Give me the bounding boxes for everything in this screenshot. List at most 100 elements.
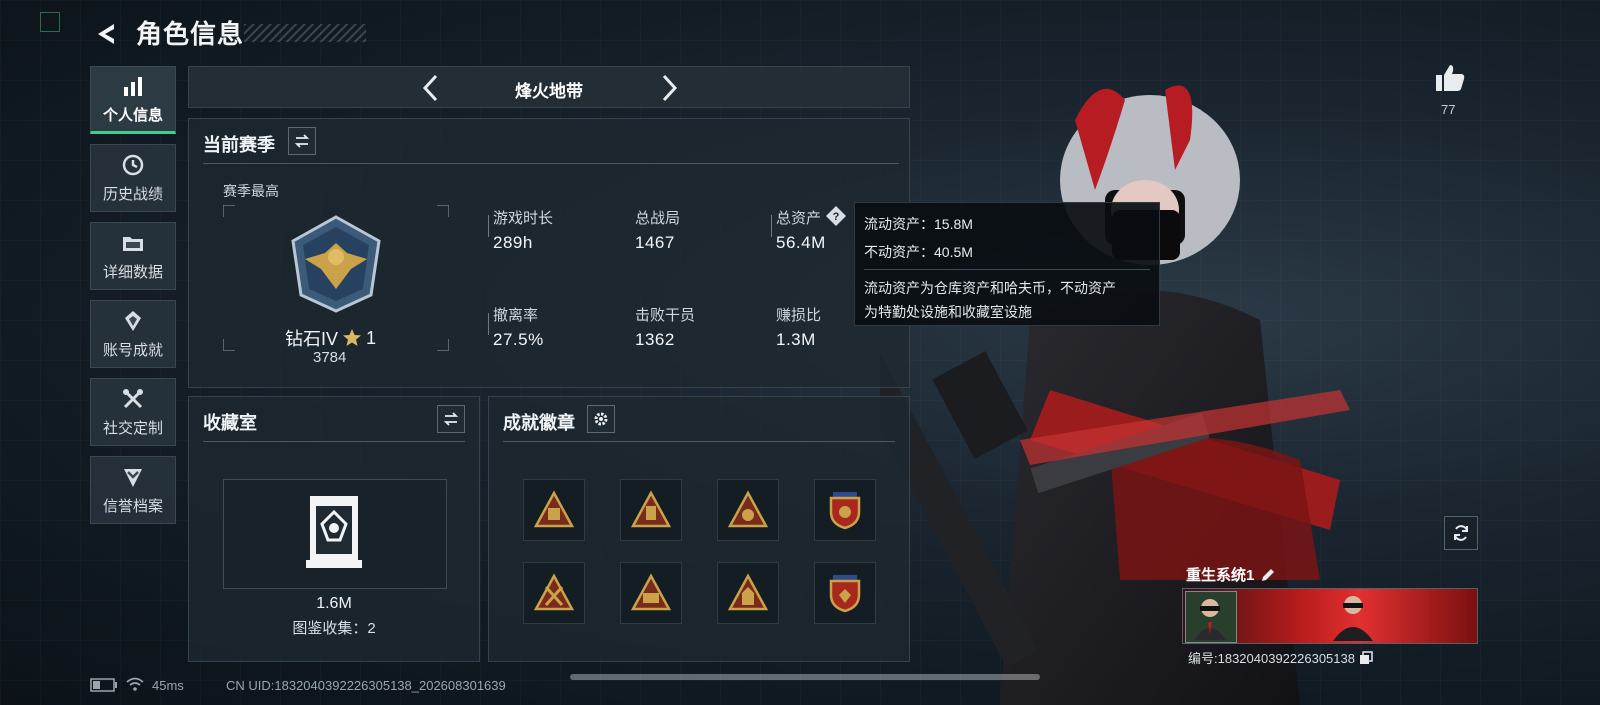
- triangle-badge-icon: [728, 490, 768, 528]
- sidebar-item-reputation[interactable]: 信誉档案: [90, 456, 176, 524]
- badge-slot[interactable]: [620, 479, 682, 541]
- tooltip-divider: [864, 269, 1150, 270]
- uid-text: CN UID:1832040392226305138_202608301639: [226, 678, 506, 693]
- stat-label: 总战局: [635, 210, 681, 227]
- sidebar-item-label: 账号成就: [102, 341, 163, 359]
- badges-title: 成就徽章: [503, 413, 575, 433]
- sidebar-item-label: 社交定制: [102, 419, 163, 437]
- stat-marker: [771, 215, 772, 237]
- tools-icon: [123, 388, 143, 408]
- rank-score: 3784: [313, 349, 347, 366]
- mode-selector: 烽火地带: [188, 66, 910, 108]
- stat-label: 赚损比: [776, 307, 822, 324]
- season-title: 当前赛季: [203, 135, 275, 155]
- collection-title: 收藏室: [203, 413, 257, 433]
- sidebar-item-label: 详细数据: [102, 263, 163, 281]
- rank-name-row: 钻石IV 1: [285, 325, 376, 351]
- sidebar-item-detail-data[interactable]: 详细数据: [90, 222, 176, 290]
- sidebar-item-achievements[interactable]: 账号成就: [90, 300, 176, 368]
- folder-icon: [123, 236, 143, 251]
- collection-panel: 收藏室 1.6M 图鉴收集：2: [188, 396, 480, 662]
- badge-slot[interactable]: [717, 562, 779, 624]
- collection-value: 1.6M: [316, 595, 352, 612]
- badge-slot[interactable]: [814, 479, 876, 541]
- swap-icon: [443, 412, 459, 426]
- diamond-rank-emblem-icon: [291, 215, 381, 313]
- copy-icon[interactable]: [1359, 650, 1373, 665]
- stat-value: 1362: [635, 330, 675, 349]
- badge-slot[interactable]: [814, 562, 876, 624]
- stat-value: 27.5%: [493, 330, 544, 349]
- sidebar-item-label: 个人信息: [102, 106, 163, 124]
- wifi-icon: [126, 677, 144, 691]
- thumbs-up-icon[interactable]: [1434, 62, 1466, 94]
- season-best-label: 赛季最高: [223, 183, 279, 199]
- triangle-badge-icon: [631, 573, 671, 611]
- stat-value: 1.3M: [776, 330, 816, 349]
- battery-icon: [90, 678, 117, 692]
- back-arrow-icon[interactable]: [92, 20, 120, 48]
- bar-chart-icon: [124, 76, 142, 96]
- help-icon[interactable]: ?: [825, 205, 847, 227]
- stat-marker: [488, 313, 489, 335]
- badge-slot[interactable]: [717, 479, 779, 541]
- asset-tooltip: 流动资产：15.8M 不动资产：40.5M 流动资产为仓库资产和哈夫币，不动资产…: [854, 202, 1160, 326]
- profile-id: 编号:1832040392226305138: [1188, 651, 1355, 666]
- collection-preview[interactable]: [223, 479, 447, 589]
- title-stripes-decoration: [244, 24, 366, 42]
- banner-figure-icon: [1333, 596, 1373, 641]
- sidebar-item-label: 历史战绩: [102, 185, 163, 203]
- svg-text:?: ?: [833, 211, 840, 223]
- shield-chevron-icon: [124, 468, 142, 487]
- liquid-asset-text: 流动资产：15.8M: [864, 216, 973, 232]
- stat-label: 撤离率: [493, 307, 539, 324]
- rank-stars: 1: [366, 327, 377, 348]
- shield-badge-icon: [829, 492, 861, 530]
- profile-id-row: 编号:1832040392226305138: [1188, 648, 1373, 667]
- edit-pencil-icon[interactable]: [1260, 567, 1276, 583]
- stat-value: 1467: [635, 233, 675, 252]
- collection-catalog: 图鉴收集：2: [292, 620, 376, 637]
- profile-name-row: 重生系统1: [1186, 564, 1276, 585]
- badges-panel: 成就徽章: [488, 396, 910, 662]
- like-count: 77: [1441, 102, 1456, 117]
- sidebar-item-social[interactable]: 社交定制: [90, 378, 176, 446]
- collection-switch-button[interactable]: [437, 405, 465, 433]
- display-case-icon: [306, 496, 362, 568]
- divider: [503, 441, 895, 442]
- mode-name: 烽火地带: [515, 82, 583, 101]
- sidebar-item-history[interactable]: 历史战绩: [90, 144, 176, 212]
- badge-slot[interactable]: [620, 562, 682, 624]
- badge-slot[interactable]: [523, 562, 585, 624]
- profile-name: 重生系统1: [1186, 567, 1255, 584]
- sidebar-item-label: 信誉档案: [102, 497, 163, 515]
- triangle-badge-icon: [728, 573, 768, 611]
- gear-icon: [594, 412, 608, 426]
- rotate-button[interactable]: [1444, 516, 1478, 550]
- avatar: [1185, 591, 1237, 643]
- sidebar-item-personal-info[interactable]: 个人信息: [90, 66, 176, 134]
- stat-value: 56.4M: [776, 233, 826, 252]
- shield-badge-icon: [829, 575, 861, 613]
- rank-name: 钻石IV: [285, 329, 339, 349]
- badge-slot[interactable]: [523, 479, 585, 541]
- season-panel: 当前赛季 赛季最高 钻石IV 1 3784 游戏时长 289h 总战局 1467…: [188, 118, 910, 388]
- season-switch-button[interactable]: [288, 127, 316, 155]
- stat-label: 总资产: [776, 210, 822, 227]
- triangle-badge-icon: [631, 490, 671, 528]
- stat-value: 289h: [493, 233, 533, 252]
- tooltip-desc-line2: 为特勤处设施和收藏室设施: [864, 304, 1032, 320]
- nameplate-banner[interactable]: [1182, 588, 1478, 644]
- history-clock-icon: [122, 154, 144, 175]
- achievement-icon: [125, 310, 141, 331]
- badges-settings-button[interactable]: [587, 405, 615, 433]
- divider: [203, 441, 465, 442]
- chevron-right-icon[interactable]: [657, 73, 681, 103]
- avatar-portrait-icon: [1194, 599, 1226, 640]
- stat-marker: [488, 215, 489, 237]
- stat-label: 游戏时长: [493, 210, 554, 227]
- home-indicator[interactable]: [570, 674, 1040, 680]
- star-icon: [343, 329, 362, 346]
- triangle-badge-icon: [534, 573, 574, 611]
- swap-icon: [294, 134, 310, 148]
